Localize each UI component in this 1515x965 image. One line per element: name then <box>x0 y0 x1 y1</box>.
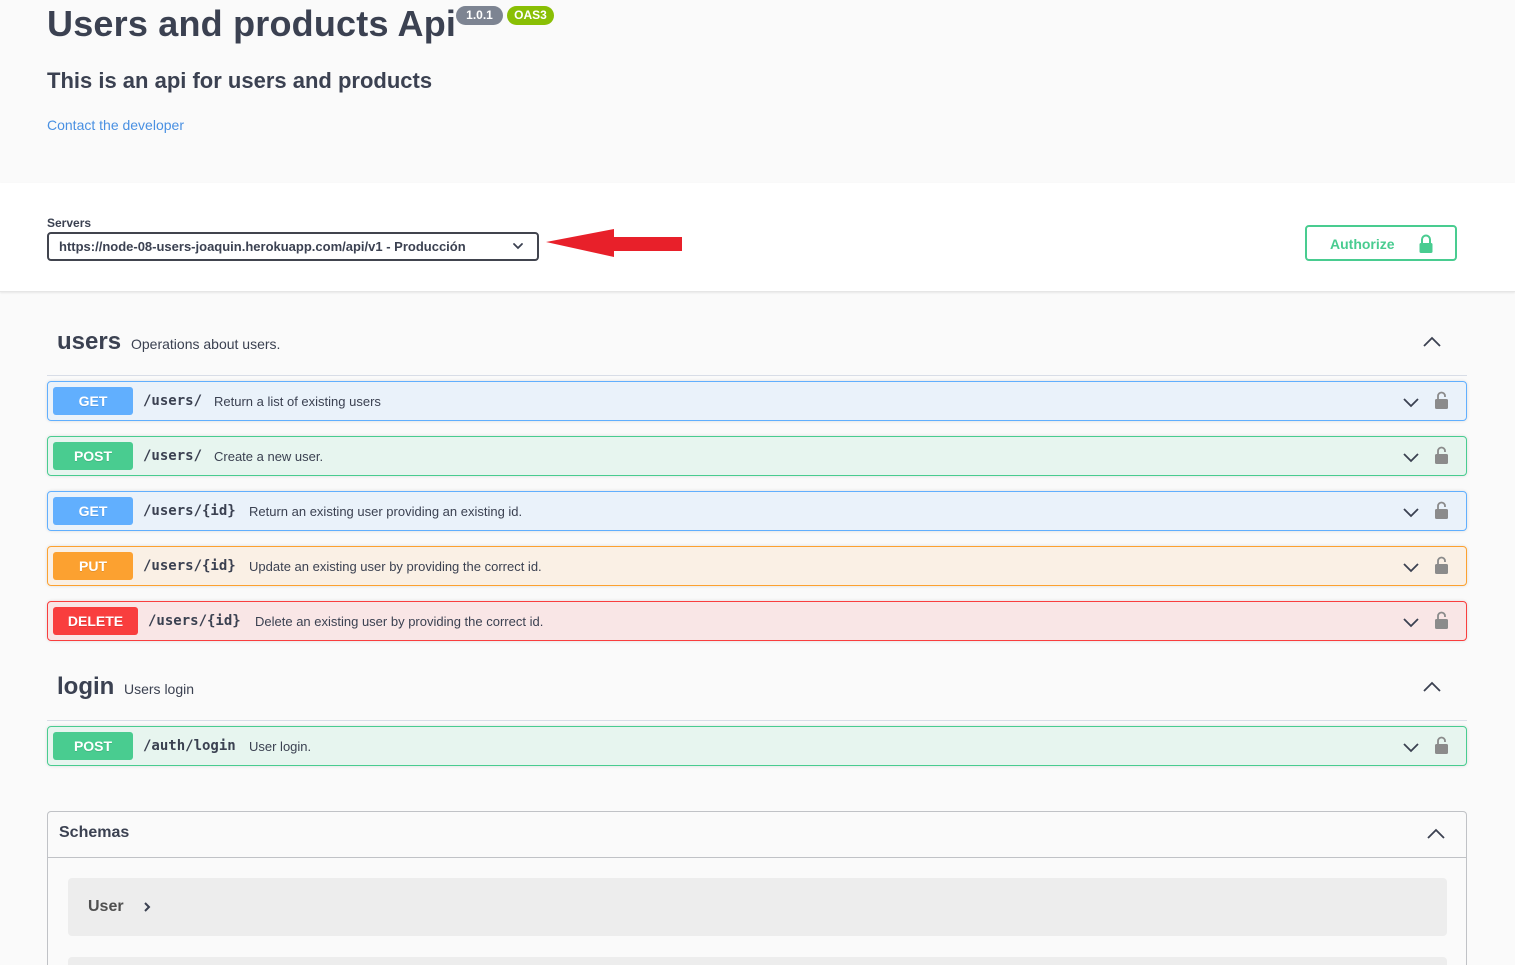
method-badge: POST <box>53 732 133 760</box>
tag-login-header[interactable]: login Users login <box>47 661 1467 721</box>
lock-icon <box>1419 234 1433 253</box>
chevron-right-icon[interactable] <box>141 900 153 914</box>
api-title: Users and products Api <box>47 3 457 44</box>
method-badge: POST <box>53 442 133 470</box>
method-badge: DELETE <box>53 607 138 635</box>
server-select[interactable]: https://node-08-users-joaquin.herokuapp.… <box>47 232 539 261</box>
model-name: User <box>88 898 124 915</box>
lock-icon[interactable] <box>1434 611 1449 630</box>
red-arrow-annotation <box>546 229 682 257</box>
api-description: This is an api for users and products <box>47 68 433 93</box>
tag-description: Operations about users. <box>131 336 281 352</box>
operation-summary: Update an existing user by providing the… <box>249 559 542 574</box>
operation-summary: Return a list of existing users <box>214 394 381 409</box>
model-user[interactable]: User <box>68 878 1447 936</box>
model-next-partial <box>68 957 1447 965</box>
chevron-down-icon <box>513 243 523 250</box>
tag-users-header[interactable]: users Operations about users. <box>47 316 1467 376</box>
operation-path: /users/{id} <box>148 613 241 629</box>
operation-get-user-by-id[interactable]: GET /users/{id} Return an existing user … <box>47 491 1467 531</box>
chevron-down-icon[interactable] <box>1402 503 1420 521</box>
chevron-down-icon[interactable] <box>1402 558 1420 576</box>
operation-path: /users/ <box>143 393 203 409</box>
tag-name: users <box>57 328 122 355</box>
chevron-down-icon[interactable] <box>1402 448 1420 466</box>
method-badge: PUT <box>53 552 133 580</box>
operation-summary: Return an existing user providing an exi… <box>249 504 523 519</box>
schemas-section: Schemas User <box>47 811 1467 965</box>
operation-summary: Delete an existing user by providing the… <box>255 614 544 629</box>
tag-description: Users login <box>124 681 195 697</box>
operation-path: /auth/login <box>143 738 236 754</box>
chevron-down-icon[interactable] <box>1402 738 1420 756</box>
lock-icon[interactable] <box>1434 736 1449 755</box>
authorize-button[interactable]: Authorize <box>1305 225 1457 261</box>
scheme-container: Servers https://node-08-users-joaquin.he… <box>0 183 1515 292</box>
operation-path: /users/ <box>143 448 203 464</box>
chevron-down-icon[interactable] <box>1402 613 1420 631</box>
api-info: Users and products Api 1.0.1 OAS3 This i… <box>0 0 1515 183</box>
chevron-up-icon[interactable] <box>1422 332 1442 352</box>
authorize-label: Authorize <box>1330 236 1395 252</box>
chevron-up-icon[interactable] <box>1426 824 1446 844</box>
operation-path: /users/{id} <box>143 558 236 574</box>
tag-name: login <box>57 673 115 700</box>
operation-summary: User login. <box>249 739 312 754</box>
operation-path: /users/{id} <box>143 503 236 519</box>
chevron-down-icon[interactable] <box>1402 393 1420 411</box>
oas-badge: OAS3 <box>507 6 554 25</box>
chevron-up-icon[interactable] <box>1422 677 1442 697</box>
method-badge: GET <box>53 387 133 415</box>
server-select-value: https://node-08-users-joaquin.herokuapp.… <box>59 239 466 254</box>
contact-developer-link[interactable]: Contact the developer <box>47 117 184 133</box>
lock-icon[interactable] <box>1434 556 1449 575</box>
lock-icon[interactable] <box>1434 391 1449 410</box>
operation-post-users[interactable]: POST /users/ Create a new user. <box>47 436 1467 476</box>
schemas-title: Schemas <box>59 824 130 841</box>
version-badge: 1.0.1 <box>456 6 503 25</box>
operation-post-auth-login[interactable]: POST /auth/login User login. <box>47 726 1467 766</box>
operation-put-user[interactable]: PUT /users/{id} Update an existing user … <box>47 546 1467 586</box>
lock-icon[interactable] <box>1434 501 1449 520</box>
lock-icon[interactable] <box>1434 446 1449 465</box>
operation-get-users[interactable]: GET /users/ Return a list of existing us… <box>47 381 1467 421</box>
schemas-header[interactable]: Schemas <box>48 812 1466 858</box>
method-badge: GET <box>53 497 133 525</box>
servers-label: Servers <box>47 216 92 230</box>
operation-delete-user[interactable]: DELETE /users/{id} Delete an existing us… <box>47 601 1467 641</box>
operation-summary: Create a new user. <box>214 449 324 464</box>
